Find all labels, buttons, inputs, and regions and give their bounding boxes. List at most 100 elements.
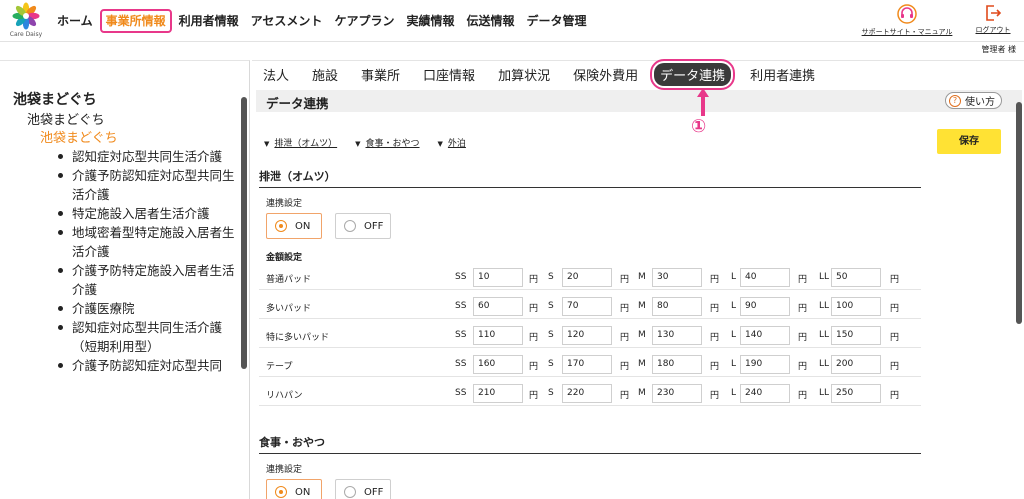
- currency-label: 円: [710, 304, 720, 314]
- question-icon: ?: [949, 94, 961, 107]
- price-input[interactable]: 210: [473, 384, 523, 403]
- price-row-label: リハパン: [266, 391, 303, 401]
- anchor-excretion[interactable]: ▼ 排泄（オムツ）: [264, 136, 337, 149]
- anchor-label: 外泊: [447, 139, 466, 149]
- support-label: サポートサイト・マニュアル: [861, 28, 953, 36]
- nav-transmission[interactable]: 伝送情報: [461, 9, 519, 33]
- size-label: M: [638, 272, 646, 282]
- price-input[interactable]: 250: [831, 384, 881, 403]
- price-input[interactable]: 20: [562, 268, 612, 287]
- meal-setting-label: 連携設定: [266, 465, 303, 475]
- price-input[interactable]: 170: [562, 355, 612, 374]
- tab-account-info[interactable]: 口座情報: [423, 65, 475, 84]
- nav-facility-info[interactable]: 事業所情報: [99, 9, 172, 33]
- size-label: LL: [819, 330, 830, 340]
- size-label: L: [731, 388, 737, 398]
- price-input[interactable]: 80: [652, 297, 702, 316]
- price-input[interactable]: 40: [740, 268, 790, 287]
- tree-level1[interactable]: 池袋まどぐち: [27, 109, 105, 128]
- service-item[interactable]: 介護予防特定施設入居者生活介護: [58, 261, 238, 299]
- service-item[interactable]: 認知症対応型共同生活介護: [58, 147, 238, 166]
- price-input[interactable]: 10: [473, 268, 523, 287]
- main-nav: ホーム 事業所情報 利用者情報 アセスメント ケアプラン 実績情報 伝送情報 デ…: [52, 0, 594, 42]
- price-input[interactable]: 180: [652, 355, 702, 374]
- currency-label: 円: [798, 391, 808, 401]
- on-label: ON: [295, 220, 311, 232]
- on-label: ON: [295, 486, 311, 498]
- nav-data-management[interactable]: データ管理: [521, 9, 591, 33]
- tab-data-integration[interactable]: データ連携: [650, 59, 736, 90]
- tree-root[interactable]: 池袋まどぐち: [13, 89, 97, 109]
- triangle-down-icon: ▼: [355, 140, 361, 148]
- tab-facility[interactable]: 施設: [312, 65, 338, 84]
- price-input[interactable]: 190: [740, 355, 790, 374]
- price-input[interactable]: 230: [652, 384, 702, 403]
- size-label: S: [548, 330, 554, 340]
- price-input[interactable]: 130: [652, 326, 702, 345]
- service-item[interactable]: 認知症対応型共同生活介護（短期利用型）: [58, 318, 238, 356]
- price-input[interactable]: 100: [831, 297, 881, 316]
- size-label: LL: [819, 359, 830, 369]
- size-label: S: [548, 301, 554, 311]
- price-row: 普通パッド SS 10 円 S 20 円 M 30 円 L 40 円 LL 50 円: [259, 266, 921, 290]
- currency-label: 円: [529, 333, 539, 343]
- tab-addition-status[interactable]: 加算状況: [498, 65, 550, 84]
- content-scrollbar[interactable]: [1016, 102, 1022, 324]
- service-item[interactable]: 介護予防認知症対応型共同: [58, 356, 238, 375]
- price-input[interactable]: 150: [831, 326, 881, 345]
- price-input[interactable]: 200: [831, 355, 881, 374]
- nav-assessment[interactable]: アセスメント: [246, 9, 328, 33]
- nav-home[interactable]: ホーム: [52, 9, 98, 33]
- size-label: LL: [819, 301, 830, 311]
- how-to-use-button[interactable]: ? 使い方: [945, 92, 1002, 109]
- price-input[interactable]: 50: [831, 268, 881, 287]
- price-row-label: 普通パッド: [266, 275, 312, 285]
- nav-results[interactable]: 実績情報: [401, 9, 459, 33]
- currency-label: 円: [529, 275, 539, 285]
- tab-non-insurance-costs[interactable]: 保険外費用: [573, 65, 638, 84]
- price-row: テープ SS 160 円 S 170 円 M 180 円 L 190 円 LL 200 円: [259, 353, 921, 377]
- currency-label: 円: [529, 362, 539, 372]
- tab-office[interactable]: 事業所: [361, 65, 400, 84]
- logout-link[interactable]: ログアウト: [970, 4, 1016, 35]
- logout-icon: [986, 5, 1002, 21]
- app-logo[interactable]: Care Daisy: [8, 2, 44, 40]
- service-item[interactable]: 介護予防認知症対応型共同生活介護: [58, 166, 238, 204]
- excretion-on-radio[interactable]: ON: [266, 213, 322, 239]
- price-input[interactable]: 30: [652, 268, 702, 287]
- price-input[interactable]: 60: [473, 297, 523, 316]
- daisy-logo-icon: [12, 2, 40, 30]
- tree-level2-selected[interactable]: 池袋まどぐち: [40, 127, 118, 146]
- app-header: Care Daisy ホーム 事業所情報 利用者情報 アセスメント ケアプラン …: [0, 0, 1024, 42]
- nav-care-plan[interactable]: ケアプラン: [329, 9, 399, 33]
- facility-tree-panel: 池袋まどぐち 池袋まどぐち 池袋まどぐち 認知症対応型共同生活介護 介護予防認知…: [0, 60, 250, 499]
- anchor-overnight[interactable]: ▼ 外泊: [438, 136, 466, 149]
- tab-user-integration[interactable]: 利用者連携: [750, 65, 815, 84]
- price-input[interactable]: 140: [740, 326, 790, 345]
- price-input[interactable]: 70: [562, 297, 612, 316]
- tree-scrollbar[interactable]: [241, 97, 247, 369]
- price-row: 多いパッド SS 60 円 S 70 円 M 80 円 L 90 円 LL 100 円: [259, 295, 921, 319]
- save-button[interactable]: 保存: [937, 129, 1001, 154]
- service-item[interactable]: 介護医療院: [58, 299, 238, 318]
- anchor-meal[interactable]: ▼ 食事・おやつ: [355, 136, 419, 149]
- service-item[interactable]: 地域密着型特定施設入居者生活介護: [58, 223, 238, 261]
- currency-label: 円: [890, 275, 900, 285]
- currency-label: 円: [529, 304, 539, 314]
- price-input[interactable]: 240: [740, 384, 790, 403]
- anchor-label: 食事・おやつ: [365, 139, 420, 149]
- price-input[interactable]: 220: [562, 384, 612, 403]
- support-link[interactable]: サポートサイト・マニュアル: [852, 4, 962, 37]
- nav-user-info[interactable]: 利用者情報: [174, 9, 244, 33]
- excretion-off-radio[interactable]: OFF: [335, 213, 391, 239]
- price-input[interactable]: 90: [740, 297, 790, 316]
- price-input[interactable]: 110: [473, 326, 523, 345]
- meal-off-radio[interactable]: OFF: [335, 479, 391, 499]
- price-input[interactable]: 120: [562, 326, 612, 345]
- meal-on-radio[interactable]: ON: [266, 479, 322, 499]
- size-label: M: [638, 301, 646, 311]
- price-input[interactable]: 160: [473, 355, 523, 374]
- tab-corporation[interactable]: 法人: [263, 65, 289, 84]
- currency-label: 円: [620, 362, 630, 372]
- service-item[interactable]: 特定施設入居者生活介護: [58, 204, 238, 223]
